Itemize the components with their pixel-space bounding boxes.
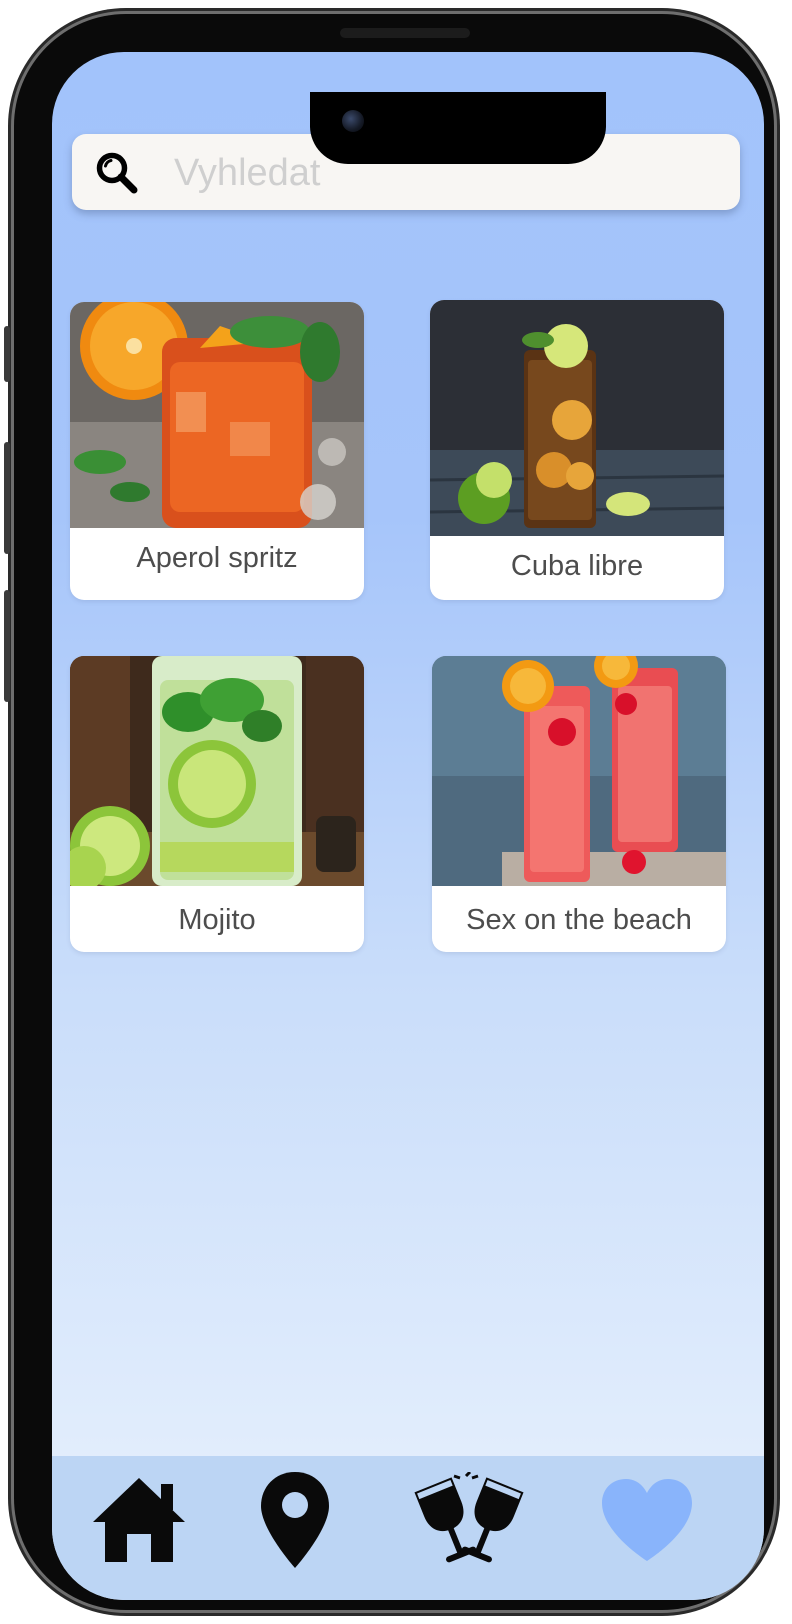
app-screen: Aperol spritz Cuba libre (52, 52, 764, 1600)
search-icon[interactable] (94, 150, 140, 196)
silent-switch (4, 326, 10, 382)
cocktail-card-sex-on-the-beach[interactable]: Sex on the beach (432, 656, 726, 952)
sex-on-the-beach-photo (432, 656, 726, 886)
volume-up-button (4, 442, 10, 554)
home-icon[interactable] (89, 1474, 189, 1566)
cocktail-name: Cuba libre (510, 550, 644, 582)
bottom-nav (52, 1456, 764, 1600)
cheers-glasses-icon[interactable] (414, 1472, 524, 1568)
cuba-libre-photo (430, 300, 724, 536)
nav-favorites[interactable] (592, 1468, 702, 1572)
map-pin-icon[interactable] (259, 1470, 331, 1570)
cocktail-name: Mojito (178, 904, 256, 936)
heart-icon[interactable] (598, 1477, 696, 1563)
nav-home[interactable] (84, 1468, 194, 1572)
volume-down-button (4, 590, 10, 702)
aperol-spritz-photo (70, 302, 364, 528)
cocktail-card-aperol-spritz[interactable]: Aperol spritz (70, 302, 364, 600)
cocktail-name: Aperol spritz (136, 542, 298, 574)
earpiece-speaker (340, 28, 470, 38)
mojito-photo (70, 656, 364, 886)
front-camera (342, 110, 364, 132)
nav-drinks[interactable] (414, 1468, 524, 1572)
cocktail-card-mojito[interactable]: Mojito (70, 656, 364, 952)
cocktail-card-cuba-libre[interactable]: Cuba libre (430, 300, 724, 600)
nav-map[interactable] (240, 1468, 350, 1572)
cocktail-name: Sex on the beach (466, 904, 692, 936)
